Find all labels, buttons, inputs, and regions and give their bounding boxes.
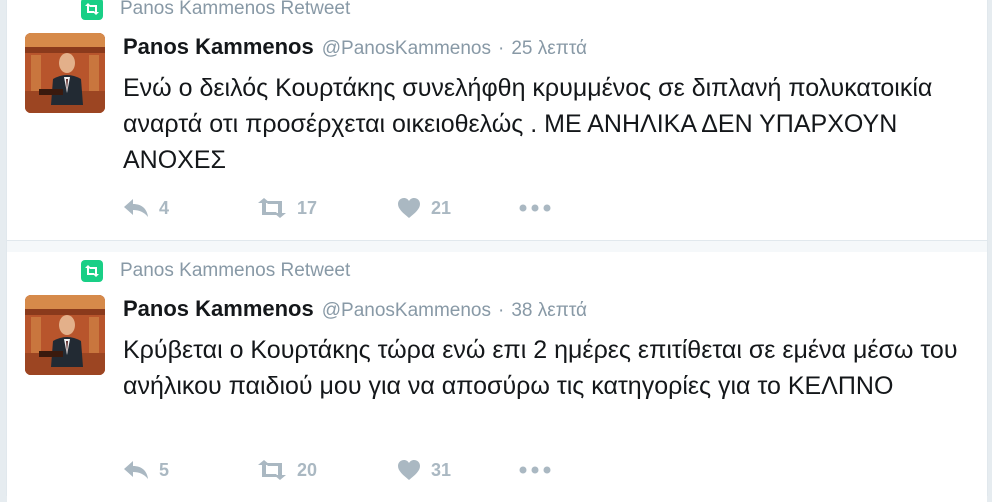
retweet-count: 17 [297,197,318,218]
reply-icon [123,198,149,218]
tweet-text: Κρύβεται ο Κουρτάκης τώρα ενώ επι 2 ημέρ… [123,336,958,400]
like-button[interactable]: 31 [397,459,519,481]
retweet-context-label: Panos Kammenos Retweet [120,0,351,19]
more-button[interactable] [519,204,551,212]
tweet[interactable]: Panos Kammenos Retweet Panos Kammenos @P… [7,252,987,502]
reply-count: 5 [159,459,170,480]
author-handle[interactable]: @PanosKammenos [322,300,491,322]
heart-icon [397,197,421,219]
retweet-context: Panos Kammenos Retweet [81,0,350,20]
avatar[interactable] [25,295,105,375]
timeline: Panos Kammenos Retweet Panos Kammenos @P… [6,0,988,502]
more-icon [519,466,551,474]
tweet-actions: 5 20 31 [123,456,551,484]
tweet-header: Panos Kammenos @PanosKammenos · 38 λεπτά [123,296,587,324]
more-button[interactable] [519,466,551,474]
retweet-badge-icon [81,0,103,20]
heart-icon [397,459,421,481]
more-icon [519,204,551,212]
like-count: 21 [431,197,452,218]
tweet[interactable]: Panos Kammenos Retweet Panos Kammenos @P… [7,0,987,240]
reply-button[interactable]: 5 [123,460,257,481]
retweet-count: 20 [297,459,318,480]
tweet-header: Panos Kammenos @PanosKammenos · 25 λεπτά [123,34,587,62]
like-count: 31 [431,459,452,480]
author-handle[interactable]: @PanosKammenos [322,38,491,60]
retweet-button[interactable]: 17 [257,198,397,219]
retweet-badge-icon [81,260,103,282]
reply-count: 4 [159,197,170,218]
author-name[interactable]: Panos Kammenos [123,34,314,60]
separator: · [498,300,505,321]
reply-button[interactable]: 4 [123,198,257,219]
author-name[interactable]: Panos Kammenos [123,296,314,322]
tweet-actions: 4 17 21 [123,194,551,222]
retweet-icon [257,460,287,480]
reply-icon [123,460,149,480]
separator: · [498,38,505,59]
tweet-text: Ενώ ο δειλός Κουρτάκης συνελήφθη κρυμμέν… [123,74,933,174]
timestamp[interactable]: 38 λεπτά [511,300,587,322]
timestamp[interactable]: 25 λεπτά [511,38,587,60]
retweet-context: Panos Kammenos Retweet [81,260,350,282]
retweet-icon [257,198,287,218]
avatar[interactable] [25,33,105,113]
retweet-context-label: Panos Kammenos Retweet [120,260,351,281]
like-button[interactable]: 21 [397,197,519,219]
retweet-button[interactable]: 20 [257,460,397,481]
